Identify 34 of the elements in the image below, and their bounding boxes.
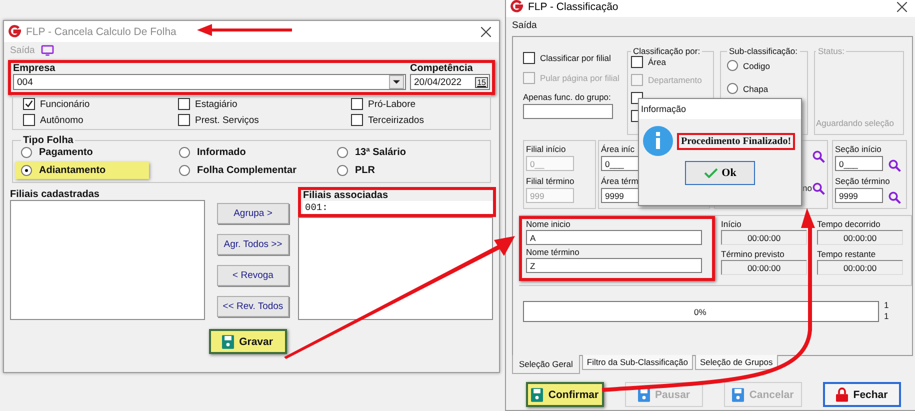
field-label: Início <box>721 219 742 229</box>
group-title: Status: <box>817 46 846 56</box>
time-field: 00:00:00 <box>721 260 807 275</box>
dialog-message: Procedimento Finalizado! <box>677 132 796 150</box>
time-field: 00:00:00 <box>817 230 903 245</box>
time-field: 00:00:00 <box>721 230 807 245</box>
field-label: Filial término <box>526 176 576 186</box>
window-title: FLP - Cancela Calculo De Folha <box>26 26 176 38</box>
list-label: Filiais cadastradas <box>10 189 100 200</box>
field-label: Filial início <box>526 144 567 154</box>
field-label: Término previsto <box>721 249 786 259</box>
field-label: Nome inicio <box>526 219 572 229</box>
field-label: Apenas func. do grupo: <box>523 92 612 102</box>
counter-text: 1 <box>884 311 889 322</box>
field-label: Empresa <box>13 63 56 74</box>
group-title: Sub-classificação: <box>728 46 799 56</box>
time-field: 00:00:00 <box>817 260 903 275</box>
dialog-title: Informação <box>639 99 801 119</box>
status-text: Aguardando seleção <box>816 118 895 128</box>
group-title: Tipo Folha <box>22 135 74 146</box>
window-title: FLP - Classificação <box>528 0 618 12</box>
field-label: Seção início <box>835 144 882 154</box>
field-label: Área iníc <box>601 144 636 154</box>
field-label: Tempo restante <box>817 249 877 259</box>
field-label: Seção término <box>835 176 891 186</box>
field-label: Nome término <box>526 247 580 257</box>
field-label: Tempo decorrido <box>817 219 882 229</box>
field-label: Competência <box>410 63 474 74</box>
counter-text: 1 <box>884 300 889 311</box>
field-label: no <box>802 183 812 194</box>
list-label: Filiais associadas <box>303 190 390 201</box>
group-title: Classificação por: <box>632 46 702 56</box>
field-label: Área térm <box>601 176 640 186</box>
progress-text: 0% <box>694 306 706 316</box>
